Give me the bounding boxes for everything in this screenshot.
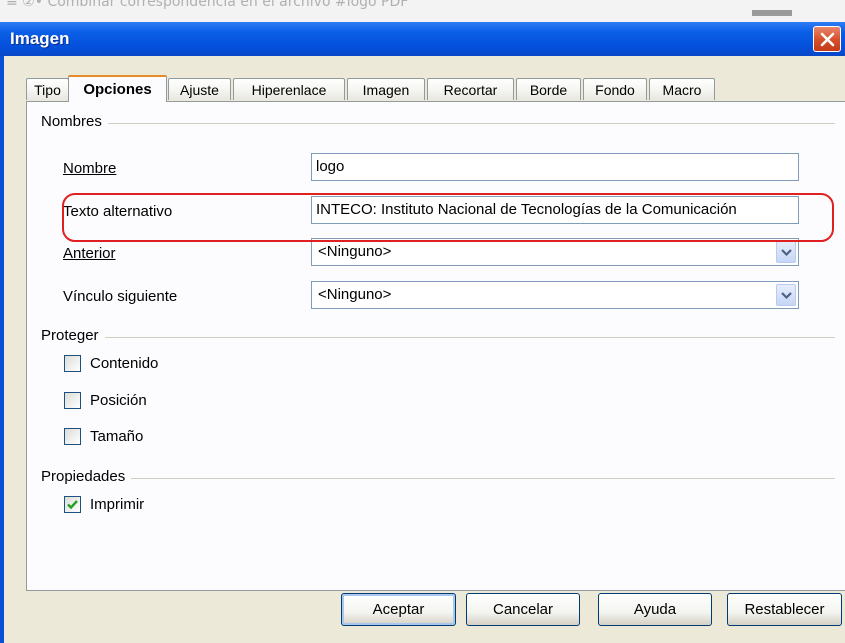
group-title-proteger: Proteger bbox=[41, 327, 105, 344]
dialog-client-area: Tipo Opciones Ajuste Hiperenlace Imagen … bbox=[4, 56, 845, 643]
restablecer-button[interactable]: Restablecer bbox=[727, 593, 842, 626]
tab-label: Borde bbox=[529, 82, 568, 98]
title-bar[interactable]: Imagen bbox=[0, 22, 845, 56]
group-title-propiedades: Propiedades bbox=[41, 468, 132, 485]
contenido-checkbox[interactable] bbox=[64, 355, 81, 372]
imagen-dialog: Imagen Tipo Opciones Ajuste Hiperenlace … bbox=[0, 22, 845, 643]
aceptar-button[interactable]: Aceptar bbox=[341, 593, 456, 626]
tab-label: Tipo bbox=[34, 82, 61, 98]
tab-label: Ajuste bbox=[180, 82, 219, 98]
background-text: ≡ ②• Combinar correspondencia en el arch… bbox=[6, 0, 409, 10]
anterior-dropdown-button[interactable] bbox=[776, 241, 796, 263]
cancelar-button[interactable]: Cancelar bbox=[466, 593, 580, 626]
tab-label: Macro bbox=[662, 82, 702, 98]
tab-imagen[interactable]: Imagen bbox=[347, 78, 425, 100]
nombre-label: Nombre bbox=[63, 160, 117, 177]
texto-alternativo-label: Texto alternativo bbox=[63, 203, 173, 220]
tamano-checkbox[interactable] bbox=[64, 428, 81, 445]
tab-hiperenlace[interactable]: Hiperenlace bbox=[233, 78, 345, 100]
anterior-value: <Ninguno> bbox=[318, 243, 392, 260]
posicion-label: Posición bbox=[90, 392, 147, 409]
tab-recortar[interactable]: Recortar bbox=[427, 78, 514, 100]
group-divider bbox=[41, 123, 835, 124]
vinculo-siguiente-select[interactable]: <Ninguno> bbox=[311, 281, 799, 309]
dialog-title: Imagen bbox=[10, 29, 70, 48]
tab-label: Imagen bbox=[362, 82, 410, 98]
close-button[interactable] bbox=[813, 26, 841, 52]
tab-label: Fondo bbox=[595, 82, 635, 98]
nombre-input[interactable]: logo bbox=[311, 153, 799, 181]
vinculo-siguiente-value: <Ninguno> bbox=[318, 286, 392, 303]
anterior-label: Anterior bbox=[63, 245, 116, 262]
group-divider bbox=[41, 478, 835, 479]
tab-opciones[interactable]: Opciones bbox=[68, 75, 167, 102]
tamano-label: Tamaño bbox=[90, 428, 144, 445]
tab-tipo[interactable]: Tipo bbox=[26, 78, 69, 100]
tab-ajuste[interactable]: Ajuste bbox=[168, 78, 231, 100]
group-divider bbox=[41, 337, 835, 338]
posicion-checkbox[interactable] bbox=[64, 392, 81, 409]
tab-label: Hiperenlace bbox=[251, 82, 327, 98]
vinculo-siguiente-dropdown-button[interactable] bbox=[776, 284, 796, 306]
ayuda-button[interactable]: Ayuda bbox=[598, 593, 712, 626]
tab-label: Recortar bbox=[443, 82, 498, 98]
vinculo-siguiente-label: Vínculo siguiente bbox=[63, 288, 178, 305]
background-app-strip: ≡ ②• Combinar correspondencia en el arch… bbox=[0, 0, 845, 22]
chevron-down-icon bbox=[781, 292, 792, 300]
group-title-nombres: Nombres bbox=[41, 113, 108, 130]
check-icon bbox=[67, 500, 78, 510]
close-icon bbox=[820, 32, 835, 47]
anterior-select[interactable]: <Ninguno> bbox=[311, 238, 799, 266]
imprimir-label: Imprimir bbox=[90, 496, 145, 513]
background-mark bbox=[752, 10, 792, 16]
tab-panel-opciones: Nombres Nombre logo Texto alternativo IN… bbox=[26, 101, 845, 591]
tab-fondo[interactable]: Fondo bbox=[583, 78, 647, 100]
tab-borde[interactable]: Borde bbox=[516, 78, 581, 100]
tab-macro[interactable]: Macro bbox=[649, 78, 715, 100]
chevron-down-icon bbox=[781, 249, 792, 257]
tab-label: Opciones bbox=[83, 81, 152, 98]
contenido-label: Contenido bbox=[90, 355, 159, 372]
texto-alternativo-input[interactable]: INTECO: Instituto Nacional de Tecnología… bbox=[311, 196, 799, 224]
imprimir-checkbox[interactable] bbox=[64, 496, 81, 513]
